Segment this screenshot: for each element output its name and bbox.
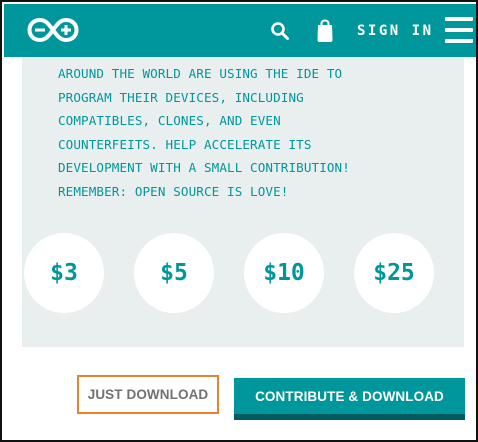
amount-10-button[interactable]: $10 <box>244 233 324 313</box>
menu-bar <box>445 17 473 21</box>
search-icon[interactable] <box>266 17 294 45</box>
amount-25-button[interactable]: $25 <box>354 233 434 313</box>
message-line: REMEMBER: OPEN SOURCE IS LOVE! <box>58 183 289 199</box>
message-line: COUNTERFEITS. HELP ACCELERATE ITS <box>58 136 312 152</box>
contribute-download-button[interactable]: CONTRIBUTE & DOWNLOAD <box>234 378 465 414</box>
message-line: AROUND THE WORLD ARE USING THE IDE TO <box>58 66 343 81</box>
just-download-button[interactable]: JUST DOWNLOAD <box>77 375 219 414</box>
contribution-message: AROUND THE WORLD ARE USING THE IDE TO PR… <box>58 62 438 204</box>
amount-3-button[interactable]: $3 <box>24 233 104 313</box>
contribute-button-shadow <box>234 414 465 420</box>
shopping-bag-icon[interactable] <box>311 16 339 46</box>
message-line: PROGRAM THEIR DEVICES, INCLUDING <box>58 89 304 105</box>
amount-5-button[interactable]: $5 <box>134 233 214 313</box>
arduino-logo-icon[interactable] <box>27 17 79 43</box>
message-line: COMPATIBLES, CLONES, AND EVEN <box>58 113 281 129</box>
sign-in-link[interactable]: SIGN IN <box>357 20 434 42</box>
hamburger-menu-icon[interactable] <box>445 17 473 43</box>
top-header: SIGN IN <box>4 4 476 57</box>
menu-bar <box>445 28 473 32</box>
page-frame: SIGN IN AROUND THE WORLD ARE USING THE I… <box>0 0 478 442</box>
message-line: DEVELOPMENT WITH A SMALL CONTRIBUTION! <box>58 160 350 176</box>
menu-bar <box>445 39 473 43</box>
